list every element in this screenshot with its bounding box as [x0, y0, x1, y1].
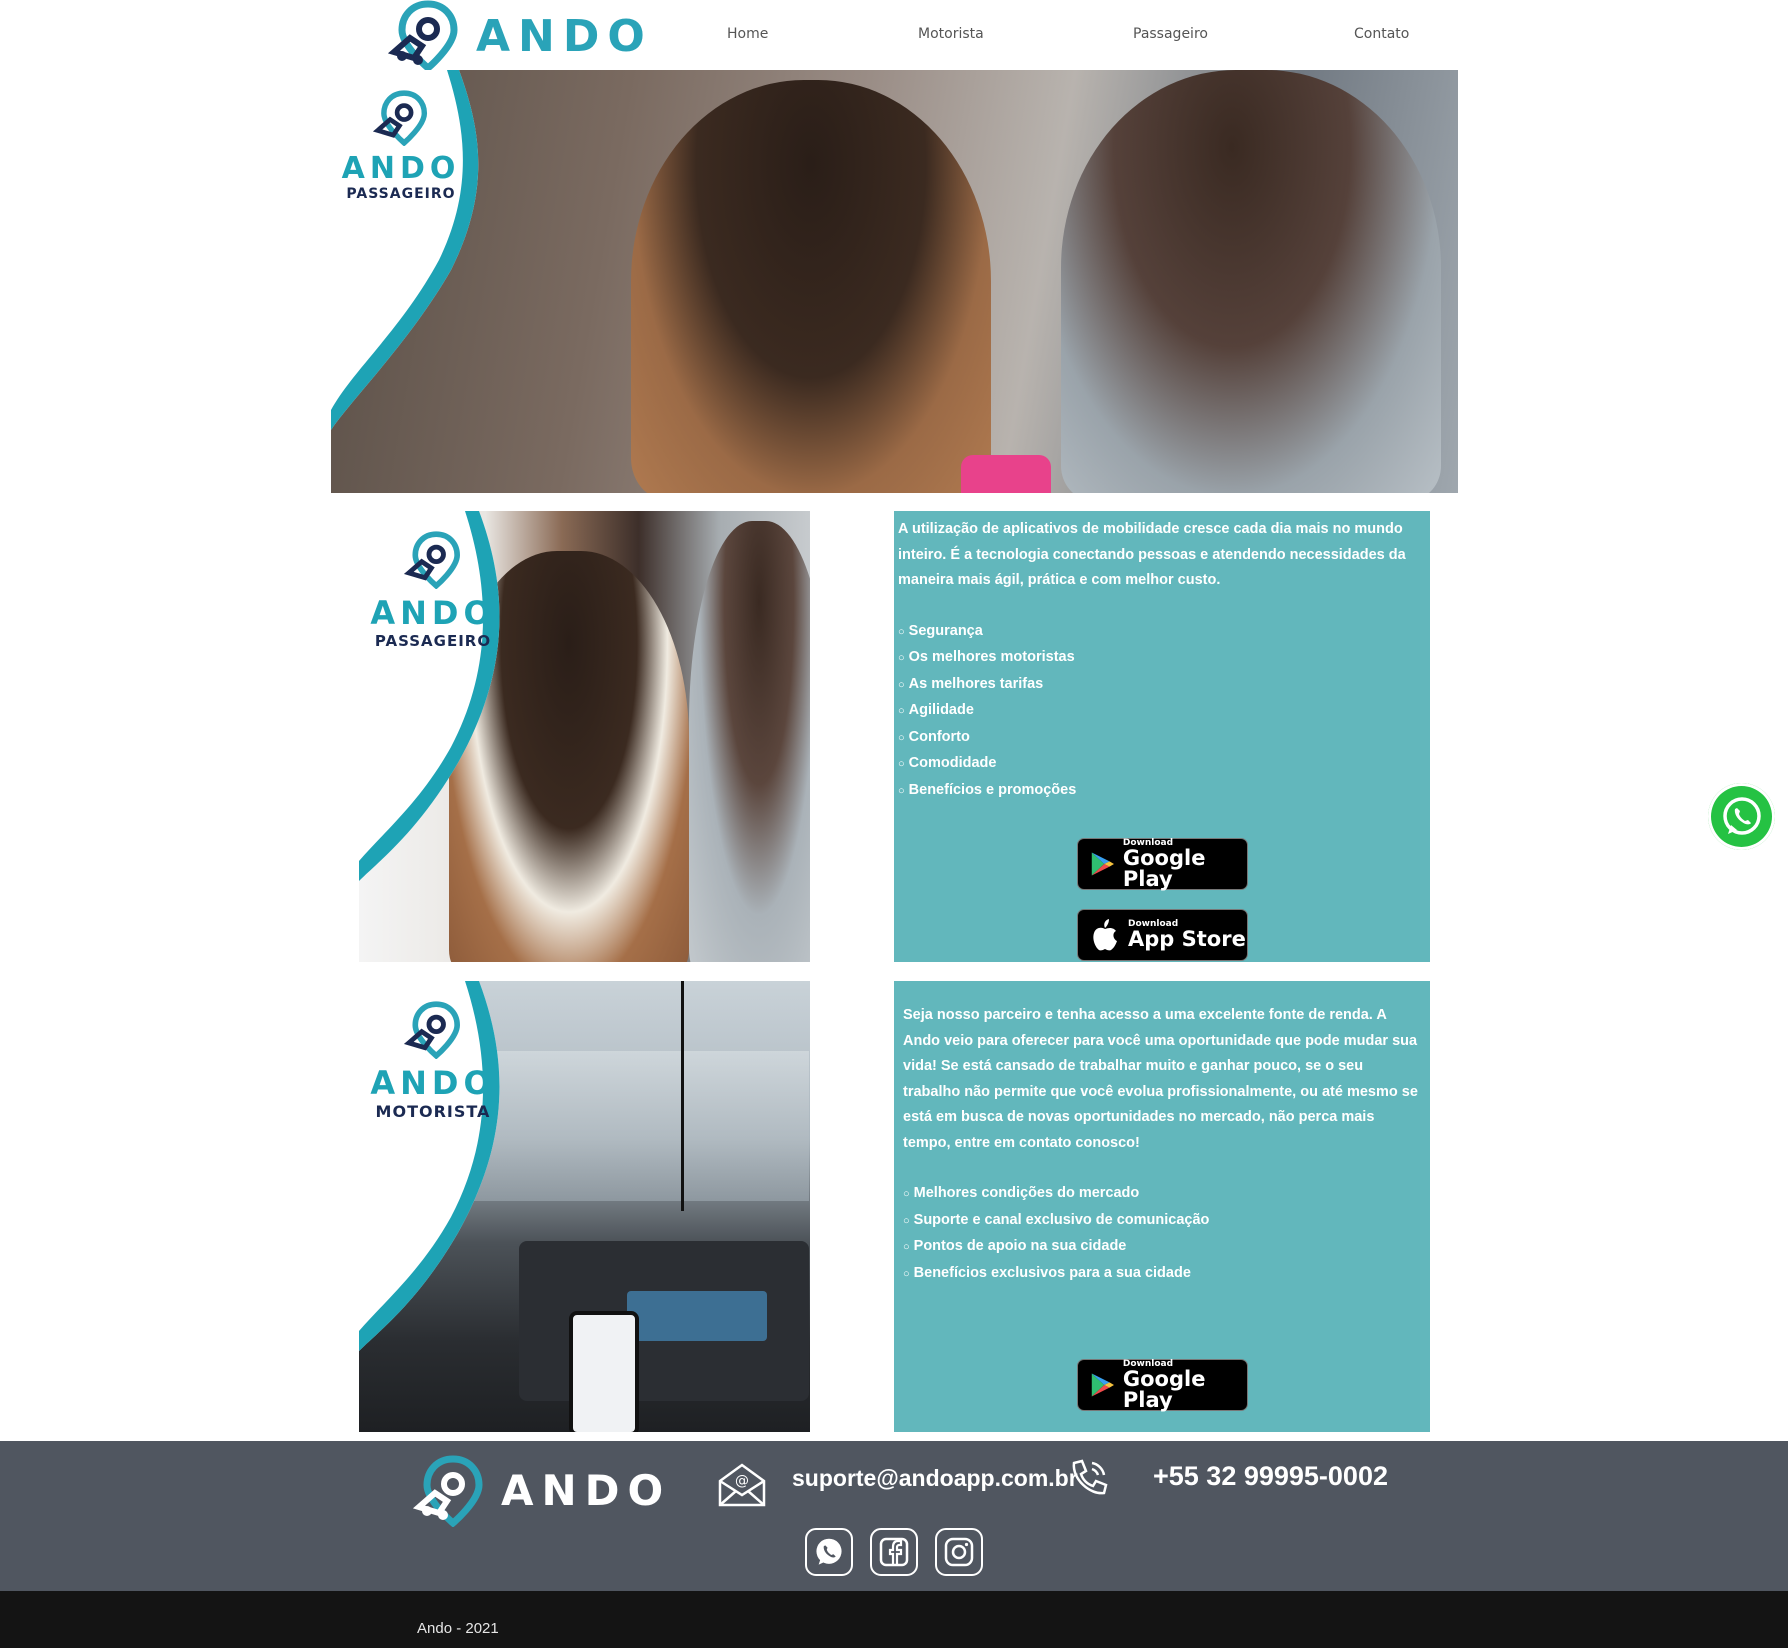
- instagram-icon: [944, 1537, 974, 1567]
- list-item: Pontos de apoio na sua cidade: [903, 1234, 1422, 1261]
- hero-woman-right: [1061, 70, 1441, 493]
- list-item: Segurança: [898, 619, 1422, 646]
- ando-pin-logo-icon: [413, 1454, 483, 1527]
- hero-phone: [961, 455, 1051, 493]
- social-facebook-button[interactable]: [870, 1528, 918, 1576]
- social-instagram-button[interactable]: [935, 1528, 983, 1576]
- google-play-button[interactable]: Download Google Play: [1077, 838, 1248, 890]
- list-item: Suporte e canal exclusivo de comunicação: [903, 1208, 1422, 1235]
- header: ANDO Home Motorista Passageiro Contato: [0, 0, 1788, 72]
- driver-badge: ANDO MOTORISTA: [365, 1001, 501, 1121]
- list-item: Conforto: [898, 725, 1422, 752]
- passenger-intro: A utilização de aplicativos de mobilidad…: [898, 521, 1406, 588]
- google-play-icon: [1091, 852, 1114, 876]
- driver-badge-sub: MOTORISTA: [375, 1102, 491, 1121]
- copyright-text: Ando - 2021: [417, 1620, 499, 1637]
- ando-pin-logo-icon: [372, 90, 428, 147]
- phone-icon: [1072, 1459, 1108, 1495]
- list-item: Benefícios e promoções: [898, 778, 1422, 805]
- passenger-benefits-list: Segurança Os melhores motoristas As melh…: [898, 619, 1422, 805]
- google-play-big-text: Google Play: [1122, 1366, 1206, 1412]
- google-play-big-text: Google Play: [1122, 845, 1206, 891]
- driver-rosary: [681, 981, 684, 1211]
- footer-logo[interactable]: ANDO: [413, 1453, 671, 1528]
- passenger-image: ANDO PASSAGEIRO: [359, 511, 810, 962]
- hero-banner: ANDO PASSAGEIRO: [331, 70, 1458, 493]
- list-item: Os melhores motoristas: [898, 645, 1422, 672]
- hero-badge-sub: PASSAGEIRO: [346, 186, 456, 202]
- driver-image: ANDO MOTORISTA: [359, 981, 810, 1432]
- passenger-panel: A utilização de aplicativos de mobilidad…: [894, 511, 1430, 962]
- passenger-badge-word: ANDO: [370, 594, 496, 632]
- list-item: As melhores tarifas: [898, 672, 1422, 699]
- passenger-badge: ANDO PASSAGEIRO: [365, 531, 501, 650]
- ando-pin-logo-icon: [388, 0, 458, 72]
- hero-woman-left: [631, 80, 991, 493]
- app-store-button[interactable]: Download App Store: [1077, 909, 1248, 961]
- passenger-badge-sub: PASSAGEIRO: [374, 632, 492, 650]
- driver-radio-screen: [627, 1291, 767, 1341]
- driver-badge-word: ANDO: [370, 1064, 496, 1102]
- svg-text:@: @: [735, 1473, 749, 1489]
- facebook-icon: [879, 1537, 909, 1567]
- page: ANDO Home Motorista Passageiro Contato A…: [0, 0, 1788, 1648]
- nav-contato[interactable]: Contato: [1354, 26, 1409, 42]
- whatsapp-icon: [1722, 796, 1761, 835]
- footer-email-link[interactable]: suporte@andoapp.com.br: [792, 1465, 1078, 1492]
- driver-intro: Seja nosso parceiro e tenha acesso a uma…: [903, 1007, 1418, 1151]
- apple-icon: [1093, 919, 1117, 951]
- list-item: Benefícios exclusivos para a sua cidade: [903, 1261, 1422, 1288]
- passenger-woman-right: [689, 521, 810, 962]
- footer-phone-link[interactable]: +55 32 99995-0002: [1153, 1461, 1388, 1492]
- ando-pin-logo-icon: [403, 1001, 460, 1060]
- google-play-button-driver[interactable]: Download Google Play: [1077, 1359, 1248, 1411]
- list-item: Melhores condições do mercado: [903, 1181, 1422, 1208]
- hero-badge: ANDO PASSAGEIRO: [339, 90, 463, 202]
- ando-pin-logo-icon: [403, 531, 460, 590]
- mail-icon: @: [718, 1463, 766, 1507]
- driver-phone-map: [569, 1311, 639, 1432]
- footer-logo-text: ANDO: [501, 1466, 672, 1515]
- app-store-big-text: App Store: [1128, 927, 1246, 951]
- driver-panel: Seja nosso parceiro e tenha acesso a uma…: [894, 981, 1430, 1432]
- whatsapp-float-button[interactable]: [1708, 783, 1775, 850]
- copyright-bar: Ando - 2021: [0, 1591, 1788, 1648]
- list-item: Comodidade: [898, 751, 1422, 778]
- whatsapp-icon: [816, 1538, 842, 1565]
- nav-passageiro[interactable]: Passageiro: [1133, 26, 1208, 42]
- driver-benefits-list: Melhores condições do mercado Suporte e …: [903, 1181, 1422, 1287]
- google-play-icon: [1091, 1373, 1114, 1397]
- nav-motorista[interactable]: Motorista: [918, 26, 984, 42]
- header-logo-text: ANDO: [476, 10, 653, 62]
- social-whatsapp-button[interactable]: [805, 1528, 853, 1576]
- nav-home[interactable]: Home: [727, 26, 768, 42]
- hero-badge-word: ANDO: [341, 151, 461, 186]
- list-item: Agilidade: [898, 698, 1422, 725]
- header-logo[interactable]: ANDO: [388, 0, 653, 72]
